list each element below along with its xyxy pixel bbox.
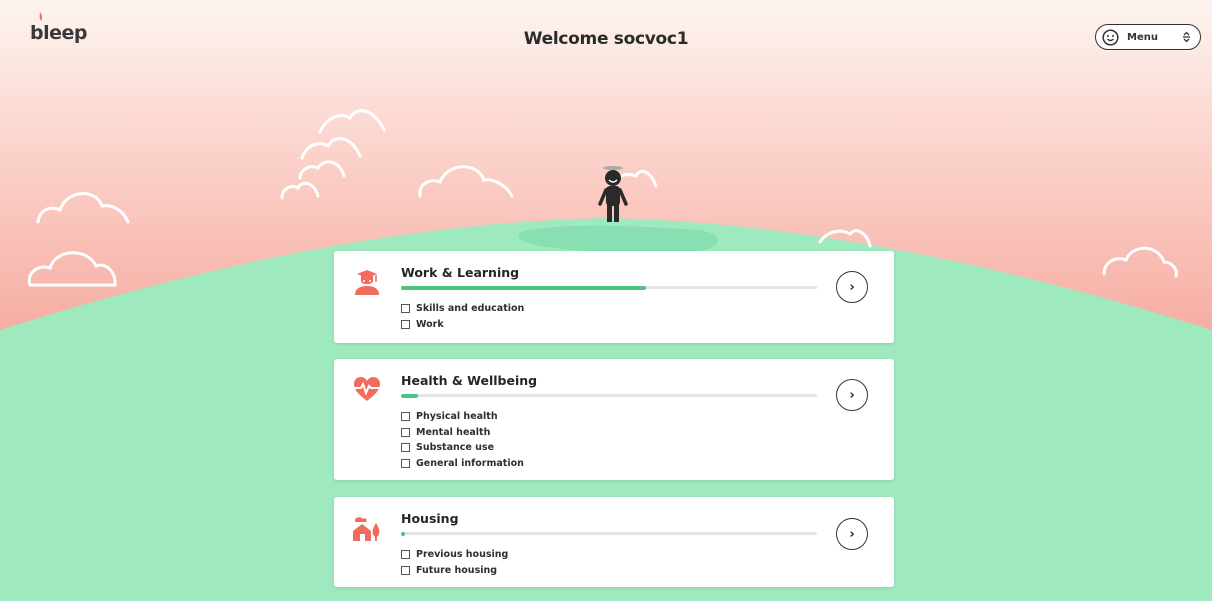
top-bar: bleep Welcome socvoc1 Menu: [0, 0, 1212, 80]
subtopic-item[interactable]: Substance use: [401, 440, 524, 456]
subtopic-label: Work: [416, 318, 444, 330]
subtopic-item[interactable]: Mental health: [401, 425, 524, 441]
house-icon: [353, 517, 380, 541]
checkbox[interactable]: [401, 412, 410, 422]
subtopic-item[interactable]: Future housing: [401, 563, 508, 579]
progress-fill: [401, 531, 406, 536]
subtopic-item[interactable]: Work: [401, 317, 524, 333]
checkbox[interactable]: [401, 458, 410, 468]
menu-button[interactable]: Menu: [1095, 24, 1201, 50]
subtopic-label: Mental health: [416, 426, 491, 438]
sort-arrows-icon: [1183, 31, 1190, 43]
subtopic-label: Physical health: [416, 411, 498, 423]
category-title: Health & Wellbeing: [401, 373, 538, 388]
page-title: Welcome socvoc1: [523, 29, 689, 49]
smiley-icon: [1102, 28, 1119, 46]
subtopic-item[interactable]: General information: [401, 456, 524, 472]
subtopic-label: Future housing: [416, 564, 498, 576]
checkbox[interactable]: [401, 550, 410, 560]
progress-bar: [401, 531, 817, 536]
flame-icon: [39, 12, 43, 21]
subtopic-list: Skills and education Work: [401, 301, 524, 332]
progress-fill: [401, 285, 647, 290]
open-category-button[interactable]: ›: [836, 379, 868, 411]
checkbox[interactable]: [401, 319, 410, 329]
open-category-button[interactable]: ›: [836, 518, 868, 550]
subtopic-label: Skills and education: [416, 303, 525, 315]
subtopic-item[interactable]: Physical health: [401, 409, 524, 425]
subtopic-label: General information: [416, 457, 524, 469]
category-title: Housing: [401, 511, 459, 526]
graduate-icon: [355, 270, 379, 295]
subtopic-item[interactable]: Previous housing: [401, 547, 508, 563]
category-card-health-wellbeing[interactable]: Health & Wellbeing Physical health Menta…: [334, 359, 894, 480]
checkbox[interactable]: [401, 427, 410, 437]
progress-bar: [401, 285, 817, 290]
category-card-work-learning[interactable]: Work & Learning Skills and education Wor…: [334, 251, 894, 343]
checkbox[interactable]: [401, 304, 410, 314]
menu-label: Menu: [1127, 31, 1158, 43]
progress-bar: [401, 393, 817, 398]
subtopic-list: Physical health Mental health Substance …: [401, 409, 524, 471]
category-title: Work & Learning: [401, 265, 520, 280]
subtopic-label: Substance use: [416, 442, 495, 454]
checkbox[interactable]: [401, 443, 410, 453]
subtopic-label: Previous housing: [416, 549, 509, 561]
heartbeat-icon: [352, 377, 382, 401]
checkbox[interactable]: [401, 565, 410, 575]
progress-fill: [401, 393, 418, 398]
category-card-housing[interactable]: Housing Previous housing Future housing …: [334, 497, 894, 587]
subtopic-item[interactable]: Skills and education: [401, 301, 524, 317]
subtopic-list: Previous housing Future housing: [401, 547, 508, 578]
open-category-button[interactable]: ›: [836, 271, 868, 303]
